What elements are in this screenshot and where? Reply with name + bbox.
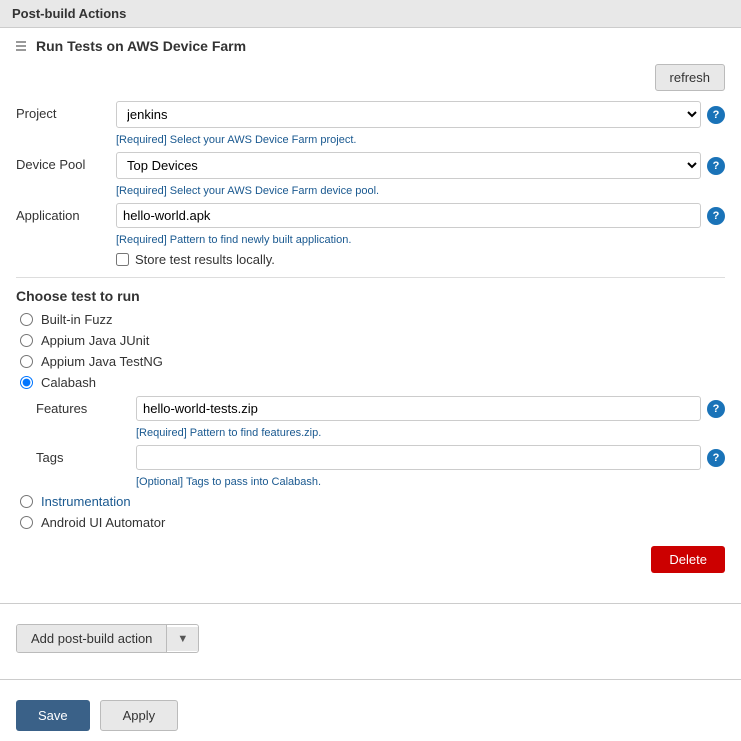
radio-android-ui-label[interactable]: Android UI Automator	[41, 515, 165, 530]
radio-calabash-label[interactable]: Calabash	[41, 375, 96, 390]
tags-control: ?	[136, 445, 725, 470]
radio-builtin-fuzz: Built-in Fuzz	[16, 312, 725, 327]
radio-calabash: Calabash	[16, 375, 725, 390]
divider-1	[16, 277, 725, 278]
radio-android-ui-input[interactable]	[20, 516, 33, 529]
features-help-icon[interactable]: ?	[707, 400, 725, 418]
device-pool-help-icon[interactable]: ?	[707, 157, 725, 175]
add-post-build-label: Add post-build action	[17, 625, 167, 652]
tags-hint: [Optional] Tags to pass into Calabash.	[136, 476, 725, 488]
refresh-button[interactable]: refresh	[655, 64, 725, 91]
tags-input[interactable]	[136, 445, 701, 470]
application-help-icon[interactable]: ?	[707, 207, 725, 225]
tags-label: Tags	[36, 445, 136, 465]
refresh-row: refresh	[16, 64, 725, 91]
radio-appium-testng: Appium Java TestNG	[16, 354, 725, 369]
device-pool-control: Top Devices ?	[116, 152, 725, 179]
tags-row: Tags ?	[36, 445, 725, 470]
radio-instrumentation-input[interactable]	[20, 495, 33, 508]
section-content: Run Tests on AWS Device Farm refresh Pro…	[0, 28, 741, 593]
subsection-title: Run Tests on AWS Device Farm	[16, 38, 725, 54]
footer-divider	[0, 679, 741, 680]
radio-instrumentation: Instrumentation	[16, 494, 725, 509]
delete-button[interactable]: Delete	[651, 546, 725, 573]
radio-appium-testng-label[interactable]: Appium Java TestNG	[41, 354, 163, 369]
add-action-row: Add post-build action ▼	[0, 614, 741, 663]
tags-help-icon[interactable]: ?	[707, 449, 725, 467]
project-help-icon[interactable]: ?	[707, 106, 725, 124]
choose-test-title: Choose test to run	[16, 288, 725, 304]
section-header: Post-build Actions	[0, 0, 741, 28]
radio-builtin-fuzz-input[interactable]	[20, 313, 33, 326]
project-select[interactable]: jenkins	[116, 101, 701, 128]
application-label: Application	[16, 203, 116, 223]
add-post-build-arrow-icon: ▼	[167, 627, 198, 651]
store-results-checkbox[interactable]	[116, 253, 129, 266]
delete-row: Delete	[16, 546, 725, 573]
project-row: Project jenkins ?	[16, 101, 725, 128]
features-hint: [Required] Pattern to find features.zip.	[136, 427, 725, 439]
store-results-label[interactable]: Store test results locally.	[135, 252, 275, 267]
radio-builtin-fuzz-label[interactable]: Built-in Fuzz	[41, 312, 113, 327]
application-hint: [Required] Pattern to find newly built a…	[116, 234, 725, 246]
application-input[interactable]	[116, 203, 701, 228]
radio-appium-junit-label[interactable]: Appium Java JUnit	[41, 333, 149, 348]
store-results-row: Store test results locally.	[116, 252, 725, 267]
radio-appium-testng-input[interactable]	[20, 355, 33, 368]
features-control: ?	[136, 396, 725, 421]
device-pool-select[interactable]: Top Devices	[116, 152, 701, 179]
drag-handle-icon	[16, 41, 26, 51]
project-label: Project	[16, 101, 116, 121]
apply-button[interactable]: Apply	[100, 700, 179, 731]
save-button[interactable]: Save	[16, 700, 90, 731]
features-row: Features ?	[36, 396, 725, 421]
radio-android-ui: Android UI Automator	[16, 515, 725, 530]
page-container: Post-build Actions Run Tests on AWS Devi…	[0, 0, 741, 741]
radio-appium-junit: Appium Java JUnit	[16, 333, 725, 348]
features-input[interactable]	[136, 396, 701, 421]
features-label: Features	[36, 396, 136, 416]
device-pool-row: Device Pool Top Devices ?	[16, 152, 725, 179]
radio-appium-junit-input[interactable]	[20, 334, 33, 347]
radio-instrumentation-label[interactable]: Instrumentation	[41, 494, 131, 509]
bottom-divider	[0, 603, 741, 604]
project-hint: [Required] Select your AWS Device Farm p…	[116, 134, 725, 146]
add-post-build-button[interactable]: Add post-build action ▼	[16, 624, 199, 653]
application-control: ?	[116, 203, 725, 228]
device-pool-label: Device Pool	[16, 152, 116, 172]
project-control: jenkins ?	[116, 101, 725, 128]
application-row: Application ?	[16, 203, 725, 228]
footer-buttons: Save Apply	[0, 690, 741, 741]
device-pool-hint: [Required] Select your AWS Device Farm d…	[116, 185, 725, 197]
radio-calabash-input[interactable]	[20, 376, 33, 389]
section-title: Post-build Actions	[12, 6, 126, 21]
